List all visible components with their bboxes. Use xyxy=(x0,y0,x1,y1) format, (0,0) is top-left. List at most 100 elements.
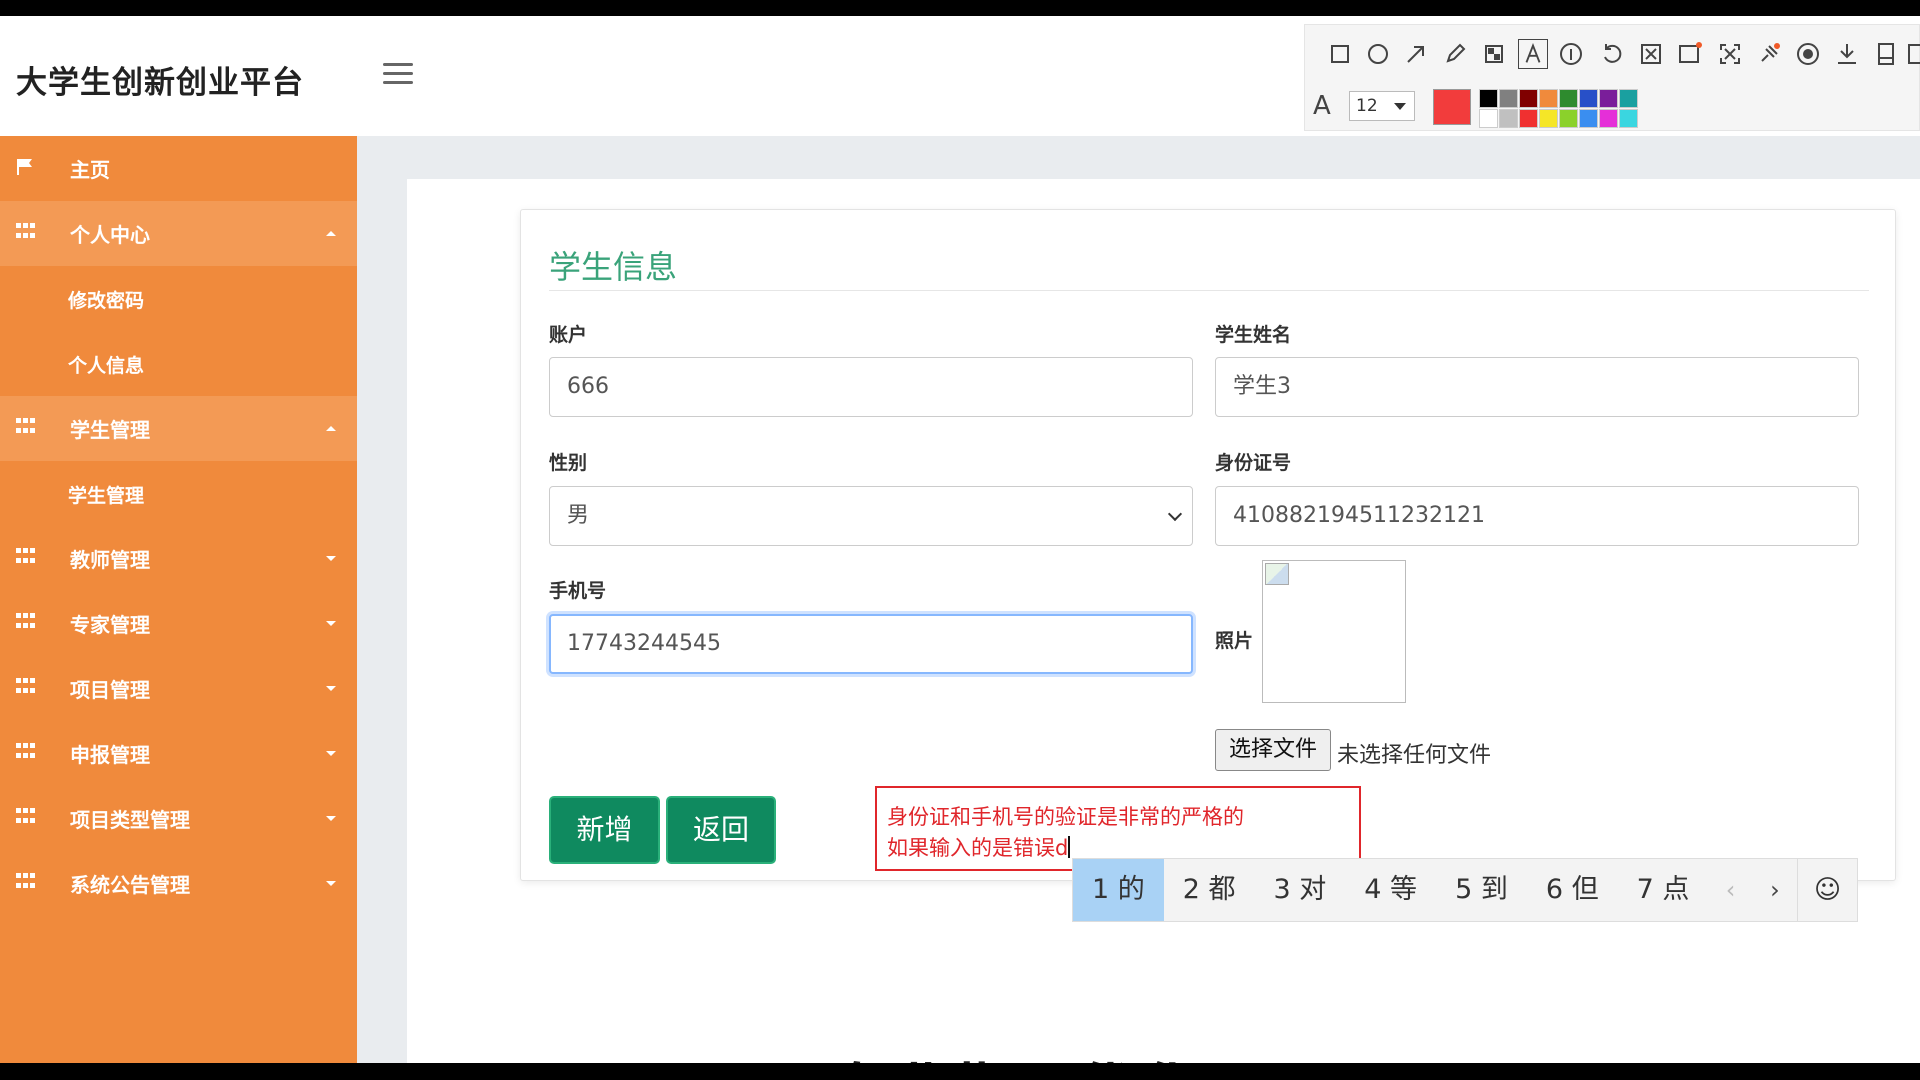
color-swatch[interactable] xyxy=(1579,109,1598,128)
account-label: 账户 xyxy=(549,324,588,346)
sidebar-subitem-label: 学生管理 xyxy=(68,485,145,507)
number-icon[interactable] xyxy=(1556,39,1586,69)
sidebar-item-announcement-management[interactable]: 系统公告管理 xyxy=(0,851,357,916)
sidebar-item-project-management[interactable]: 项目管理 xyxy=(0,656,357,721)
pen-icon[interactable] xyxy=(1440,39,1470,69)
title-divider xyxy=(549,290,1869,291)
photo-preview xyxy=(1262,560,1406,703)
ime-candidate[interactable]: 7 点 xyxy=(1618,859,1709,921)
sidebar-item-project-type-management[interactable]: 项目类型管理 xyxy=(0,786,357,851)
ime-next-page-icon[interactable]: › xyxy=(1753,876,1797,904)
color-swatch[interactable] xyxy=(1559,89,1578,108)
color-swatch[interactable] xyxy=(1519,89,1538,108)
text-cursor xyxy=(1068,836,1071,858)
sidebar-item-label: 个人中心 xyxy=(70,223,150,247)
sidebar-item-expert-management[interactable]: 专家管理 xyxy=(0,591,357,656)
file-status-text: 未选择任何文件 xyxy=(1337,743,1492,768)
color-swatch[interactable] xyxy=(1539,109,1558,128)
grid-icon xyxy=(16,223,35,241)
gender-label: 性别 xyxy=(549,452,588,474)
sidebar-subitem-personal-info[interactable]: 个人信息 xyxy=(0,331,357,396)
emoji-icon[interactable]: ☺ xyxy=(1797,858,1857,922)
pin-icon[interactable] xyxy=(1754,39,1784,69)
current-color-swatch[interactable] xyxy=(1433,89,1471,125)
student-name-label: 学生姓名 xyxy=(1215,324,1292,346)
student-info-card: 学生信息 账户 666 学生姓名 学生3 性别 男 身份证号 410882194… xyxy=(520,209,1896,881)
sidebar-subitem-student-management[interactable]: 学生管理 xyxy=(0,461,357,526)
sidebar-item-student-management[interactable]: 学生管理 xyxy=(0,396,357,461)
broken-image-icon xyxy=(1265,563,1289,585)
chevron-down-icon xyxy=(326,621,336,626)
grid-icon xyxy=(16,808,35,826)
save-icon[interactable] xyxy=(1871,39,1901,69)
ellipse-icon[interactable] xyxy=(1363,39,1393,69)
color-swatch[interactable] xyxy=(1519,109,1538,128)
flag-icon xyxy=(17,159,32,175)
color-swatch[interactable] xyxy=(1539,89,1558,108)
sidebar-item-teacher-management[interactable]: 教师管理 xyxy=(0,526,357,591)
hamburger-menu-icon[interactable] xyxy=(383,63,413,87)
sidebar-item-label: 学生管理 xyxy=(70,418,150,442)
color-swatch[interactable] xyxy=(1599,89,1618,108)
rectangle-icon[interactable] xyxy=(1325,39,1355,69)
color-swatch[interactable] xyxy=(1499,109,1518,128)
choose-file-button[interactable]: 选择文件 xyxy=(1215,729,1331,771)
color-swatch[interactable] xyxy=(1619,89,1638,108)
translate-icon[interactable] xyxy=(1675,39,1705,69)
color-swatch[interactable] xyxy=(1579,89,1598,108)
ime-candidate-bar: 1 的 2 都 3 对 4 等 5 到 6 但 7 点 ‹ › ☺ xyxy=(1072,858,1858,922)
grid-icon xyxy=(16,678,35,696)
mosaic-icon[interactable] xyxy=(1479,39,1509,69)
sidebar-item-label: 专家管理 xyxy=(70,613,150,637)
color-swatch[interactable] xyxy=(1499,89,1518,108)
gender-select[interactable]: 男 xyxy=(549,486,1193,546)
color-swatch[interactable] xyxy=(1479,109,1498,128)
color-swatch[interactable] xyxy=(1479,89,1498,108)
color-swatch[interactable] xyxy=(1599,109,1618,128)
student-name-field[interactable]: 学生3 xyxy=(1215,357,1859,417)
account-field[interactable]: 666 xyxy=(549,357,1193,417)
ime-candidate[interactable]: 3 对 xyxy=(1255,859,1346,921)
gender-selected-value: 男 xyxy=(567,503,590,528)
ime-candidate[interactable]: 4 等 xyxy=(1345,859,1436,921)
ime-candidate[interactable]: 2 都 xyxy=(1164,859,1255,921)
annotation-line-2: 如果输入的是错误d xyxy=(887,836,1069,860)
chevron-down-icon xyxy=(326,751,336,756)
color-swatch[interactable] xyxy=(1619,109,1638,128)
sidebar-item-label: 系统公告管理 xyxy=(70,873,190,897)
ime-candidate[interactable]: 6 但 xyxy=(1527,859,1618,921)
copy-icon[interactable] xyxy=(1903,39,1920,69)
chevron-down-icon xyxy=(326,881,336,886)
grid-icon xyxy=(16,743,35,761)
download-icon[interactable] xyxy=(1832,39,1862,69)
sidebar-item-label: 项目类型管理 xyxy=(70,808,190,832)
sidebar-item-personal-center[interactable]: 个人中心 xyxy=(0,201,357,266)
ime-candidate[interactable]: 1 的 xyxy=(1073,859,1164,921)
back-button[interactable]: 返回 xyxy=(666,796,776,864)
grid-icon xyxy=(16,418,35,436)
sidebar-item-label: 主页 xyxy=(70,158,110,182)
color-swatch[interactable] xyxy=(1559,109,1578,128)
sidebar-subitem-label: 修改密码 xyxy=(68,290,145,312)
sidebar-subitem-change-password[interactable]: 修改密码 xyxy=(0,266,357,331)
font-size-select[interactable]: 12 xyxy=(1349,91,1415,121)
record-icon[interactable] xyxy=(1793,39,1823,69)
ime-candidate[interactable]: 5 到 xyxy=(1436,859,1527,921)
cut-icon[interactable] xyxy=(1636,39,1666,69)
text-icon[interactable] xyxy=(1518,39,1548,69)
fullscreen-icon[interactable] xyxy=(1715,39,1745,69)
grid-icon xyxy=(16,873,35,891)
font-size-icon: A xyxy=(1313,91,1331,121)
undo-icon[interactable] xyxy=(1597,39,1627,69)
sidebar-item-application-management[interactable]: 申报管理 xyxy=(0,721,357,786)
phone-label: 手机号 xyxy=(549,580,607,602)
sidebar-item-home[interactable]: 主页 xyxy=(0,136,357,201)
photo-label: 照片 xyxy=(1215,630,1254,652)
ime-prev-page-icon[interactable]: ‹ xyxy=(1708,876,1752,904)
font-size-value: 12 xyxy=(1356,96,1378,116)
add-button[interactable]: 新增 xyxy=(549,796,660,864)
arrow-icon[interactable] xyxy=(1401,39,1431,69)
idcard-label: 身份证号 xyxy=(1215,452,1292,474)
idcard-field[interactable]: 410882194511232121 xyxy=(1215,486,1859,546)
phone-field[interactable]: 17743244545 xyxy=(549,614,1193,674)
